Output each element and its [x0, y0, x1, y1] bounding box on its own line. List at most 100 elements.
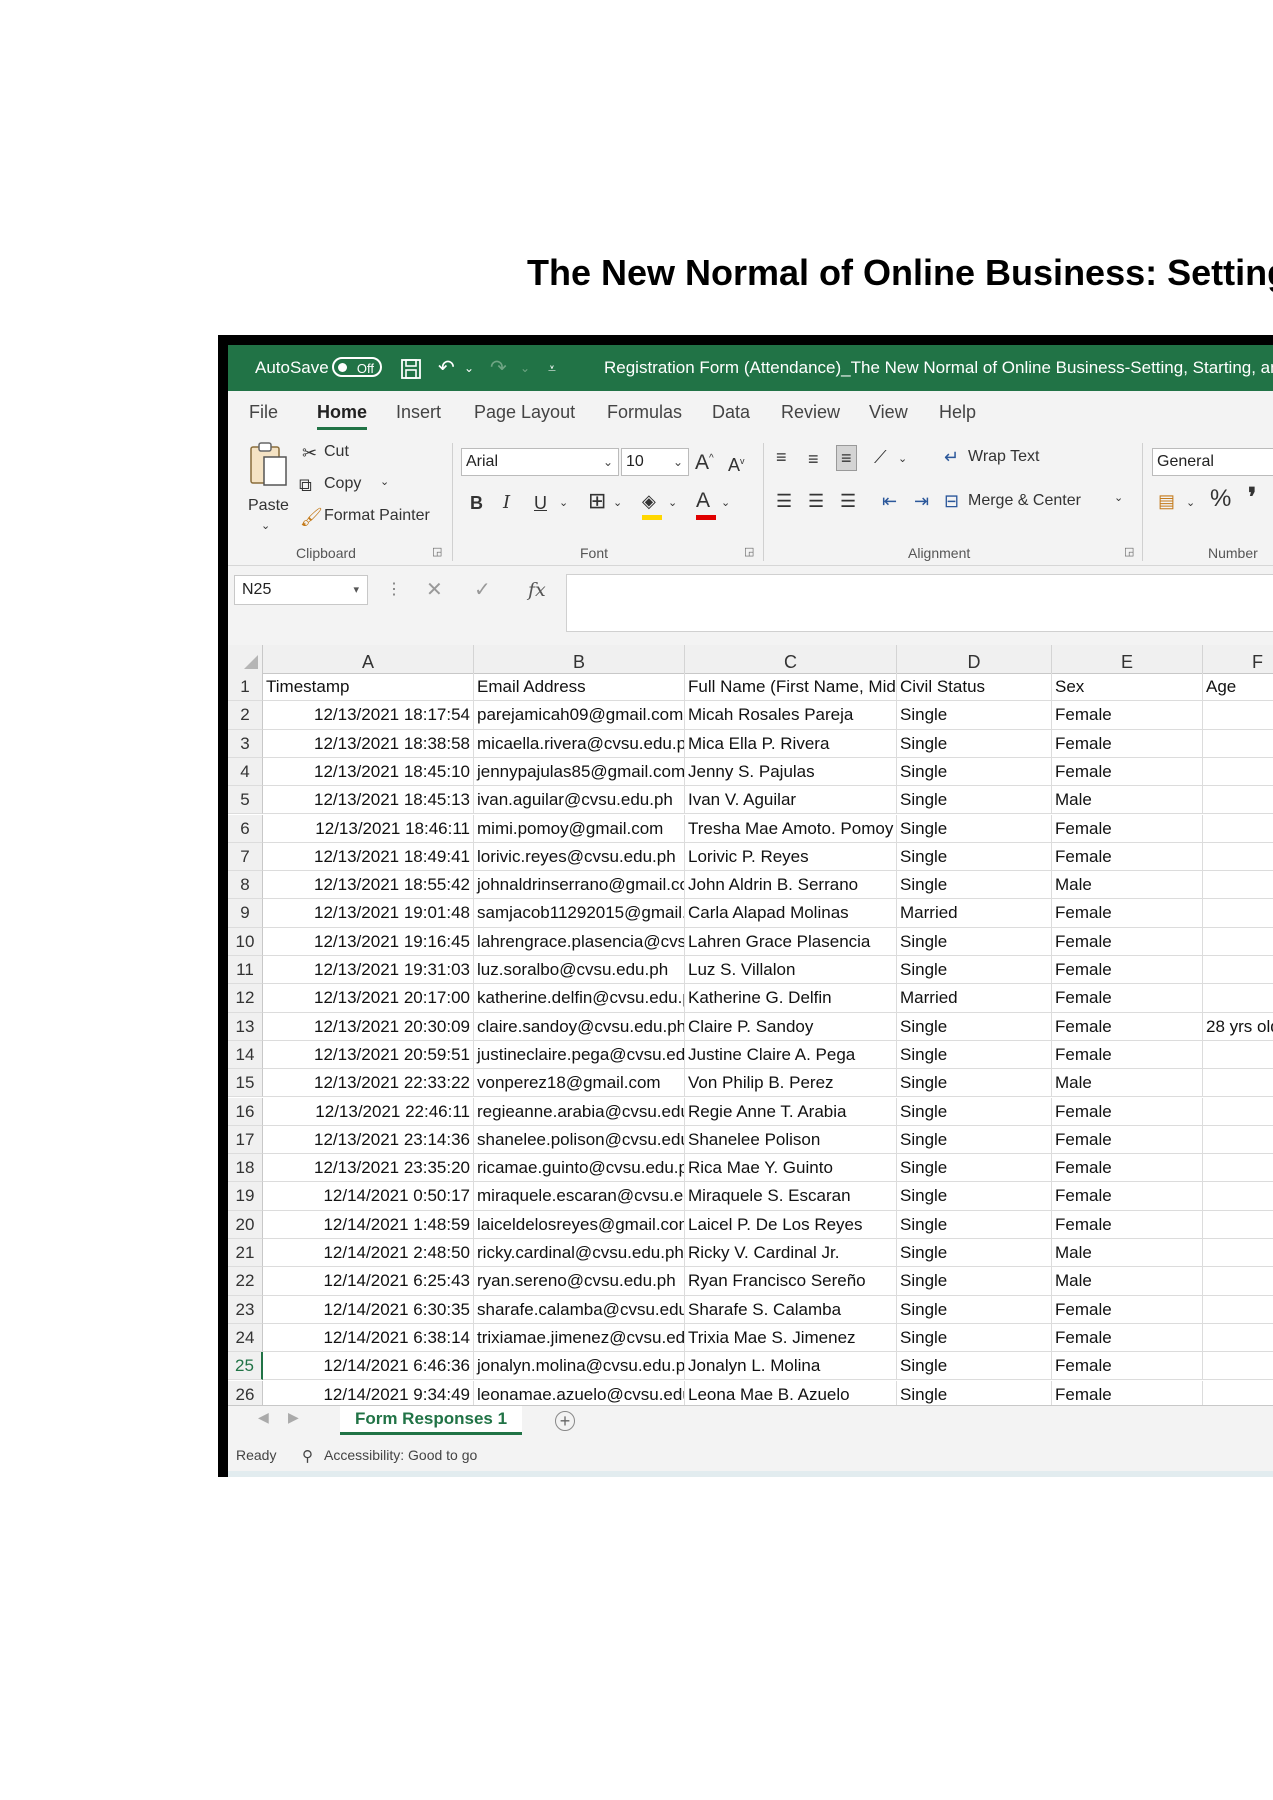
cell-timestamp[interactable]: 12/13/2021 20:30:09: [263, 1012, 474, 1041]
borders-icon[interactable]: ⊞: [588, 489, 606, 513]
cell-age[interactable]: [1203, 1324, 1273, 1353]
cell-sex[interactable]: Female: [1052, 757, 1203, 787]
cell-email[interactable]: ricamae.guinto@cvsu.edu.ph: [474, 1154, 685, 1183]
clipboard-launcher-icon[interactable]: ◲: [432, 545, 442, 558]
percent-button[interactable]: %: [1210, 487, 1231, 511]
merge-dropdown-icon[interactable]: ⌄: [1114, 491, 1123, 504]
cell-email[interactable]: jonalyn.molina@cvsu.edu.ph: [474, 1352, 685, 1381]
cell-age[interactable]: [1203, 730, 1273, 758]
cell-full-name[interactable]: Regie Anne T. Arabia: [685, 1097, 897, 1126]
bold-button[interactable]: B: [470, 491, 483, 515]
cell-age[interactable]: [1203, 1098, 1273, 1126]
paste-button[interactable]: Paste: [248, 497, 289, 515]
paste-dropdown-icon[interactable]: ⌄: [261, 519, 270, 532]
comma-style-icon[interactable]: ❜: [1248, 484, 1256, 510]
cell-timestamp[interactable]: 12/13/2021 18:49:41: [263, 842, 474, 872]
row-header[interactable]: 18: [228, 1154, 263, 1183]
cell-email[interactable]: ricky.cardinal@cvsu.edu.ph: [474, 1239, 685, 1268]
copy-dropdown-icon[interactable]: ⌄: [380, 475, 389, 488]
cell-email[interactable]: lahrengrace.plasencia@cvsu.edu.ph: [474, 927, 685, 956]
cell-timestamp[interactable]: Timestamp: [263, 673, 474, 702]
row-header[interactable]: 11: [228, 956, 263, 985]
row-header[interactable]: 15: [228, 1069, 263, 1098]
cell-full-name[interactable]: Luz S. Villalon: [685, 956, 897, 985]
column-header-d[interactable]: D: [897, 645, 1052, 673]
cell-sex[interactable]: Female: [1052, 842, 1203, 872]
cell-full-name[interactable]: Ivan V. Aguilar: [685, 786, 897, 815]
font-launcher-icon[interactable]: ◲: [744, 545, 754, 558]
align-center-icon[interactable]: ☰: [808, 489, 824, 513]
cell-full-name[interactable]: Full Name (First Name, Middle: [685, 673, 897, 702]
cell-email[interactable]: justineclaire.pega@cvsu.edu.ph: [474, 1040, 685, 1070]
cell-civil-status[interactable]: Single: [897, 1040, 1052, 1070]
increase-indent-icon[interactable]: ⇥: [914, 489, 929, 513]
cell-age[interactable]: [1203, 1126, 1273, 1155]
cell-civil-status[interactable]: Single: [897, 871, 1052, 900]
cell-civil-status[interactable]: Married: [897, 899, 1052, 928]
cell-email[interactable]: parejamicah09@gmail.com: [474, 701, 685, 730]
insert-function-button[interactable]: fx: [528, 575, 546, 605]
cell-email[interactable]: jennypajulas85@gmail.com: [474, 757, 685, 787]
cell-full-name[interactable]: Ricky V. Cardinal Jr.: [685, 1239, 897, 1268]
cell-sex[interactable]: Female: [1052, 814, 1203, 843]
cell-full-name[interactable]: Tresha Mae Amoto. Pomoy: [685, 814, 897, 843]
cell-sex[interactable]: Male: [1052, 871, 1203, 900]
tab-insert[interactable]: Insert: [396, 391, 441, 433]
cut-button[interactable]: Cut: [324, 443, 349, 461]
row-header[interactable]: 8: [228, 871, 263, 900]
cell-age[interactable]: [1203, 1296, 1273, 1324]
cell-timestamp[interactable]: 12/13/2021 23:35:20: [263, 1154, 474, 1183]
increase-font-size-icon[interactable]: A^: [695, 447, 714, 475]
cell-timestamp[interactable]: 12/13/2021 18:46:11: [263, 814, 474, 843]
undo-icon[interactable]: ↶: [438, 345, 455, 391]
cell-email[interactable]: katherine.delfin@cvsu.edu.ph: [474, 984, 685, 1013]
cell-civil-status[interactable]: Single: [897, 1097, 1052, 1126]
accounting-dropdown-icon[interactable]: ⌄: [1186, 491, 1195, 515]
number-format-select[interactable]: General: [1152, 448, 1273, 476]
cell-email[interactable]: micaella.rivera@cvsu.edu.ph: [474, 729, 685, 758]
cell-civil-status[interactable]: Civil Status: [897, 673, 1052, 702]
accessibility-status[interactable]: Accessibility: Good to go: [324, 1447, 477, 1463]
cell-age[interactable]: [1203, 1381, 1273, 1406]
cell-email[interactable]: miraquele.escaran@cvsu.edu.ph: [474, 1182, 685, 1211]
cell-age[interactable]: [1203, 928, 1273, 956]
cell-email[interactable]: mimi.pomoy@gmail.com: [474, 814, 685, 843]
tab-page-layout[interactable]: Page Layout: [474, 391, 575, 433]
redo-icon[interactable]: ↷: [490, 345, 507, 391]
cell-civil-status[interactable]: Single: [897, 1295, 1052, 1324]
cell-timestamp[interactable]: 12/13/2021 19:16:45: [263, 927, 474, 956]
cell-full-name[interactable]: Laicel P. De Los Reyes: [685, 1210, 897, 1239]
cell-full-name[interactable]: Shanelee Polison: [685, 1125, 897, 1155]
cell-sex[interactable]: Female: [1052, 1125, 1203, 1155]
cell-sex[interactable]: Female: [1052, 701, 1203, 730]
cell-sex[interactable]: Female: [1052, 1352, 1203, 1381]
redo-dropdown-icon[interactable]: ⌄: [520, 345, 530, 391]
cell-age[interactable]: [1203, 1069, 1273, 1098]
cell-sex[interactable]: Female: [1052, 1323, 1203, 1353]
cell-full-name[interactable]: Von Philip B. Perez: [685, 1069, 897, 1098]
cell-civil-status[interactable]: Single: [897, 1069, 1052, 1098]
italic-button[interactable]: I: [503, 491, 510, 515]
cell-email[interactable]: vonperez18@gmail.com: [474, 1069, 685, 1098]
save-icon[interactable]: [400, 345, 422, 391]
cell-sex[interactable]: Male: [1052, 1069, 1203, 1098]
tab-home[interactable]: Home: [317, 391, 368, 433]
enter-icon[interactable]: ✓: [474, 575, 491, 605]
cell-sex[interactable]: Female: [1052, 956, 1203, 985]
cell-timestamp[interactable]: 12/13/2021 19:01:48: [263, 899, 474, 928]
align-right-icon[interactable]: ☰: [840, 489, 856, 513]
row-header[interactable]: 23: [228, 1295, 263, 1324]
cell-timestamp[interactable]: 12/14/2021 0:50:17: [263, 1182, 474, 1211]
cell-email[interactable]: samjacob11292015@gmail.com: [474, 899, 685, 928]
cell-timestamp[interactable]: 12/14/2021 6:25:43: [263, 1267, 474, 1296]
autosave-toggle[interactable]: Off: [332, 357, 382, 377]
cell-full-name[interactable]: Katherine G. Delfin: [685, 984, 897, 1013]
cell-sex[interactable]: Female: [1052, 729, 1203, 758]
cell-timestamp[interactable]: 12/13/2021 23:14:36: [263, 1125, 474, 1155]
cell-age[interactable]: [1203, 956, 1273, 985]
cell-full-name[interactable]: Leona Mae B. Azuelo: [685, 1380, 897, 1405]
cancel-icon[interactable]: ✕: [426, 575, 443, 605]
cell-age[interactable]: 28 yrs old: [1203, 1013, 1273, 1041]
cell-sex[interactable]: Female: [1052, 899, 1203, 928]
scroll-tabs-right-icon[interactable]: ▶: [288, 1409, 299, 1426]
